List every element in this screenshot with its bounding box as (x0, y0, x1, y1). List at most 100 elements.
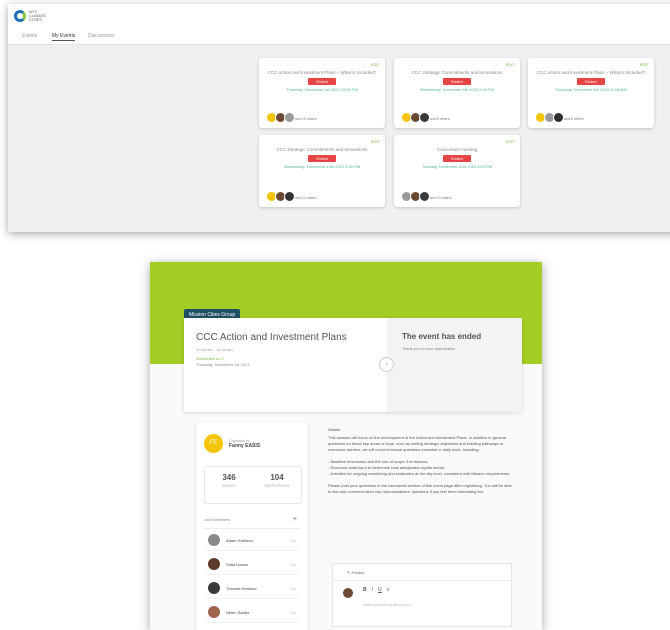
avatar (553, 112, 564, 123)
member-name: Sofia Ivanov (226, 561, 249, 567)
ended-badge: Ended (443, 78, 471, 85)
edit-link[interactable]: EDIT (640, 62, 649, 67)
list-icon[interactable]: ≡ (387, 587, 390, 593)
stat-participants: 104 PARTICIPANTS (253, 467, 301, 503)
event-status-panel: The event has ended Thank you for your p… (387, 318, 522, 412)
card-date: Thursday, November 9th 2023 10:00 AM (555, 87, 627, 92)
logo-text: NYC CLIMATE CITIES (29, 9, 47, 22)
attendee-avatars (535, 112, 564, 123)
card-date: Wednesday, November 15th 2023 2:00 PM (283, 164, 361, 169)
event-card[interactable]: EDIT CCC Action and Investment Plans – W… (528, 58, 654, 128)
member-row[interactable]: Helen Sadler Co (204, 602, 300, 623)
comment-composer: ✎ Publish B I U ≡ Write something about … (332, 563, 512, 627)
avatar (208, 558, 220, 570)
others-count: and 14 others (295, 196, 317, 200)
event-date: Thursday, November 1st 2023 (196, 362, 250, 367)
others-count: and 6 others (564, 117, 584, 121)
event-info: CCC Action and Investment Plans 10:00 am… (184, 318, 387, 412)
ended-badge: Ended (577, 78, 605, 85)
logo-ring-icon (14, 10, 26, 22)
member-row[interactable]: Sofia Ivanov Co (204, 554, 300, 575)
member-role: Co (290, 561, 296, 567)
card-title: CCC Strategic Commitments and Innovation… (276, 147, 368, 152)
stat-value: 104 (270, 473, 284, 482)
organizer-panel: FE Organized by Fanny EASIS 346 INVITED … (196, 422, 308, 630)
avatar (208, 582, 220, 594)
attendee-avatars (266, 191, 295, 202)
stat-invited: 346 INVITED (205, 467, 253, 503)
event-time: 10:00 am - 11:30 am (196, 347, 233, 352)
member-role: Co (290, 585, 296, 591)
stat-label: PARTICIPANTS (264, 484, 290, 488)
next-arrow-button[interactable]: › (379, 357, 394, 372)
stats-box: 346 INVITED 104 PARTICIPANTS (204, 466, 302, 504)
event-details: Details This session will focus on the d… (328, 427, 514, 495)
event-title: CCC Action and Investment Plans (196, 332, 347, 343)
tab-my-events[interactable]: My Events (52, 33, 76, 41)
tab-discussions[interactable]: Discussions (88, 33, 115, 39)
member-role: Co (290, 537, 296, 543)
stat-label: INVITED (222, 484, 236, 488)
attendee-avatars (401, 112, 430, 123)
organizer-row: FE Organized by Fanny EASIS (204, 434, 260, 453)
organizer-name[interactable]: Fanny EASIS (229, 443, 260, 449)
publish-label: Publish (351, 570, 365, 575)
tab-events[interactable]: Events (22, 33, 37, 39)
italic-icon[interactable]: I (372, 587, 373, 593)
app-header: NYC CLIMATE CITIES (8, 4, 670, 30)
members-header: Joint Members + (204, 512, 300, 529)
app-logo[interactable]: NYC CLIMATE CITIES (14, 9, 47, 22)
comment-input[interactable]: Write something about you... (363, 602, 414, 607)
avatar (419, 112, 430, 123)
edit-link[interactable]: EDIT (371, 139, 380, 144)
details-heading: Details (328, 427, 341, 432)
ended-heading: The event has ended (402, 332, 482, 341)
member-name: Thomas Hedlund (226, 585, 257, 591)
others-count: and 10 others (430, 196, 452, 200)
tab-bar: Events My Events Discussions (8, 30, 670, 45)
edit-link[interactable]: EDIT (506, 62, 515, 67)
avatar (343, 588, 353, 598)
avatar (419, 191, 430, 202)
card-title: CCC Action and Investment Plans – What i… (267, 70, 377, 75)
organizer-avatar[interactable]: FE (204, 434, 223, 453)
avatar (208, 534, 220, 546)
ended-badge: Ended (308, 155, 336, 162)
member-row[interactable]: Adam Harrison Co (204, 530, 300, 551)
edit-link[interactable]: EDIT (371, 62, 380, 67)
event-card[interactable]: EDIT CCC Action and Investment Plans – W… (259, 58, 385, 128)
card-date: Wednesday, November 8th 2023 2:00 PM (419, 87, 495, 92)
card-title: CCC Action and Investment Plans – What i… (536, 70, 646, 75)
ended-badge: Ended (308, 78, 336, 85)
member-name: Helen Sadler (226, 609, 250, 615)
member-role: Co (290, 609, 296, 615)
stat-value: 346 (222, 473, 236, 482)
edit-link[interactable]: EDIT (506, 139, 515, 144)
event-detail-screenshot: Mission Cities Group CCC Action and Inve… (150, 262, 542, 630)
members-label: Joint Members (204, 517, 231, 522)
tab-publish[interactable]: ✎ Publish (347, 570, 365, 575)
member-row[interactable]: Thomas Hedlund Co (204, 578, 300, 599)
event-summary-card: CCC Action and Investment Plans 10:00 am… (184, 318, 522, 412)
add-member-icon[interactable]: + (293, 512, 297, 528)
card-date: Tuesday, November 21st 2023 3:00 PM (421, 164, 493, 169)
event-card[interactable]: EDIT CCC Strategic Commitments and Innov… (259, 135, 385, 207)
event-card[interactable]: EDIT CCC Strategic Commitments and Innov… (394, 58, 520, 128)
card-title: CCC Strategic Commitments and Innovation… (411, 70, 503, 75)
ended-badge: Ended (443, 155, 471, 162)
event-card[interactable]: EDIT Consortium meeting Ended Tuesday, N… (394, 135, 520, 207)
avatar (284, 191, 295, 202)
ended-message: Thank you for your participation (402, 347, 456, 351)
card-title: Consortium meeting (436, 147, 478, 152)
member-name: Adam Harrison (226, 537, 253, 543)
card-date: Thursday, November 1st 2023 10:00 PM (286, 87, 358, 92)
avatar (284, 112, 295, 123)
bold-icon[interactable]: B (363, 587, 367, 593)
others-count: and 10 others (295, 117, 317, 121)
events-dashboard-screenshot: NYC CLIMATE CITIES Events My Events Disc… (8, 4, 670, 232)
divider (333, 580, 511, 581)
attendee-avatars (401, 191, 430, 202)
avatar (208, 606, 220, 618)
underline-icon[interactable]: U (378, 587, 382, 593)
others-count: and 8 others (430, 117, 450, 121)
